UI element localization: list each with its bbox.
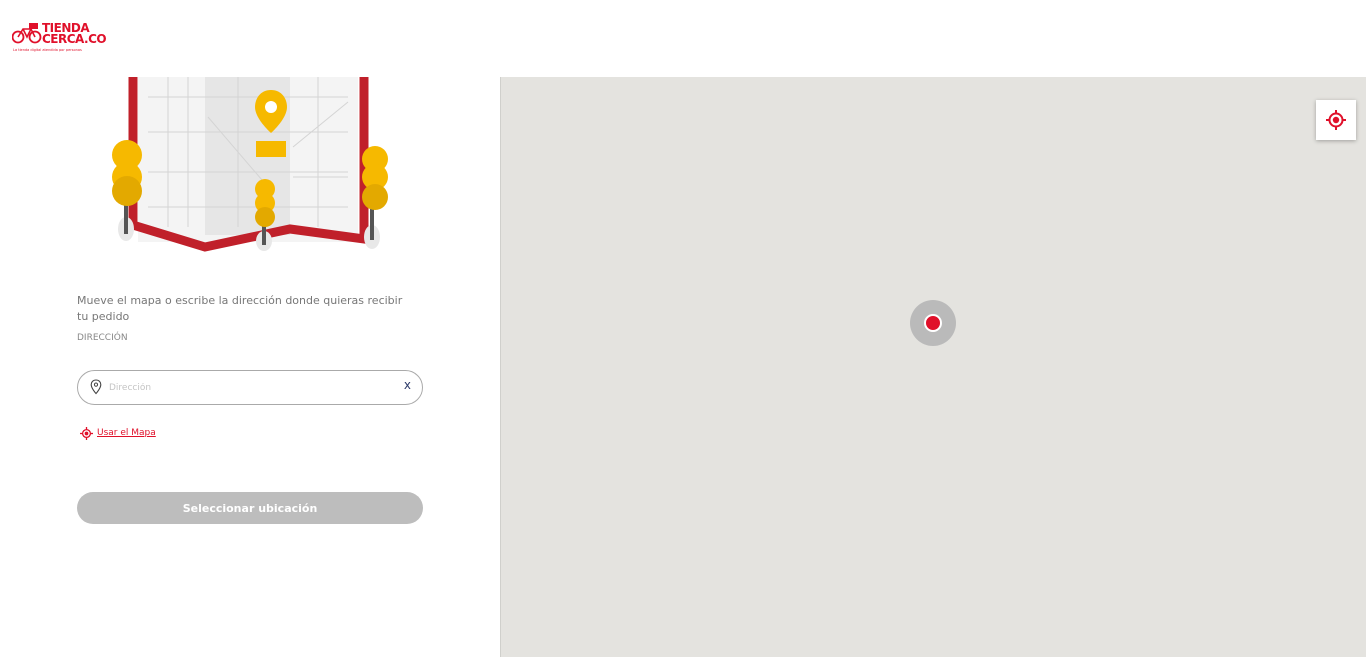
crosshair-icon	[1326, 110, 1346, 130]
tree-right	[362, 146, 388, 249]
location-marker-dot	[924, 314, 942, 332]
location-marker[interactable]	[910, 300, 956, 346]
my-location-button[interactable]	[1316, 100, 1356, 140]
clear-address-button[interactable]: x	[404, 378, 411, 392]
use-map-link[interactable]: Usar el Mapa	[80, 426, 156, 440]
address-field-label: DIRECCIÓN	[77, 333, 128, 343]
use-map-label[interactable]: Usar el Mapa	[97, 428, 156, 438]
map-illustration	[112, 77, 388, 252]
map[interactable]	[500, 77, 1366, 657]
header: TIENDA CERCA.CO La tienda digital atendi…	[0, 0, 1366, 77]
crosshair-icon	[80, 426, 93, 440]
address-field[interactable]: x	[77, 370, 423, 405]
instruction-text: Mueve el mapa o escribe la dirección don…	[77, 294, 403, 323]
map-pin-icon	[90, 379, 102, 395]
left-panel: Mueve el mapa o escribe la dirección don…	[0, 77, 500, 657]
brand-name: TIENDA CERCA.CO	[42, 21, 107, 46]
address-input[interactable]	[107, 377, 391, 399]
logo[interactable]: TIENDA CERCA.CO La tienda digital atendi…	[11, 22, 107, 56]
bicycle-icon	[11, 23, 42, 44]
select-location-button[interactable]: Seleccionar ubicación	[77, 492, 423, 524]
brand-tagline: La tienda digital atendida por personas	[13, 48, 82, 52]
